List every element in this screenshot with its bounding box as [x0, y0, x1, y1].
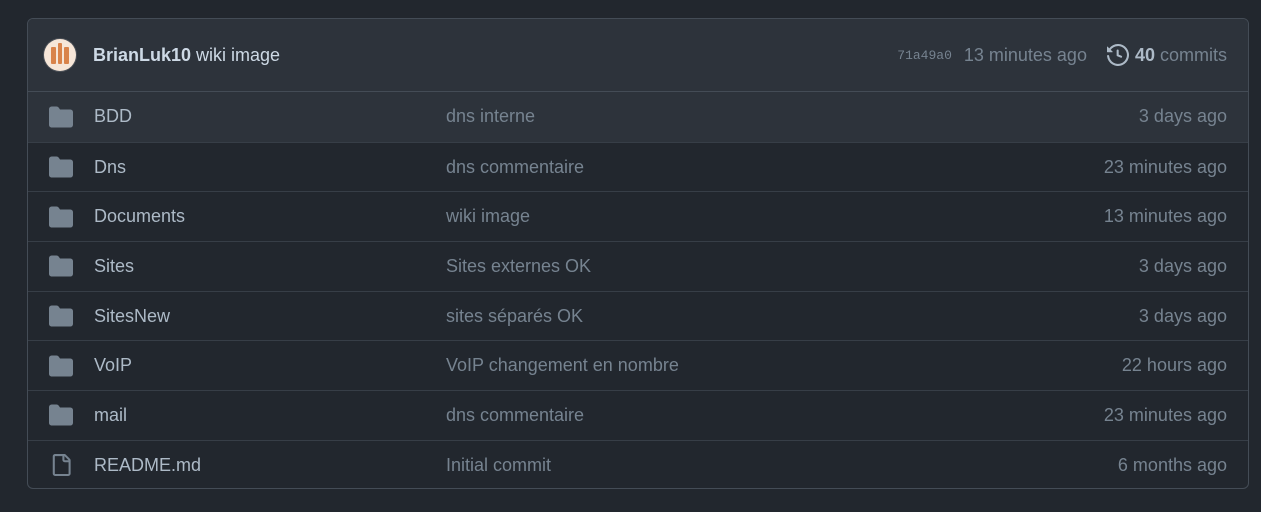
file-commit-message-link[interactable]: dns commentaire: [446, 405, 966, 426]
commits-count: 40: [1134, 44, 1155, 65]
file-commit-age: 6 months ago: [1117, 454, 1227, 475]
file-commit-age: 13 minutes ago: [1103, 206, 1227, 227]
row-icon: [49, 105, 73, 129]
row-icon: [49, 453, 73, 477]
file-row[interactable]: BDD dns interne 3 days ago: [28, 92, 1248, 142]
commit-sha-link[interactable]: 71a49a0: [897, 48, 952, 63]
commit-author-link[interactable]: BrianLuk10: [93, 45, 191, 66]
file-commit-message-link[interactable]: sites séparés OK: [446, 306, 966, 327]
file-name-link[interactable]: Dns: [94, 157, 446, 178]
file-name-link[interactable]: mail: [94, 405, 446, 426]
folder-icon: [49, 355, 73, 377]
row-icon: [49, 205, 73, 229]
file-commit-message-link[interactable]: VoIP changement en nombre: [446, 355, 966, 376]
folder-icon: [49, 255, 73, 277]
file-name-link[interactable]: SitesNew: [94, 306, 446, 327]
row-icon: [49, 403, 73, 427]
file-name-link[interactable]: README.md: [94, 455, 446, 476]
file-commit-message-link[interactable]: wiki image: [446, 206, 966, 227]
file-row[interactable]: README.md Initial commit 6 months ago: [28, 439, 1248, 488]
folder-icon: [49, 156, 73, 178]
folder-icon: [49, 305, 73, 327]
folder-icon: [49, 106, 73, 128]
file-commit-message-link[interactable]: Sites externes OK: [446, 256, 966, 277]
file-browser: BrianLuk10 wiki image 71a49a0 13 minutes…: [27, 18, 1249, 489]
latest-commit-bar: BrianLuk10 wiki image 71a49a0 13 minutes…: [28, 19, 1248, 92]
commits-label: commits: [1160, 44, 1227, 65]
file-row[interactable]: Sites Sites externes OK 3 days ago: [28, 241, 1248, 291]
file-row[interactable]: Dns dns commentaire 23 minutes ago: [28, 141, 1248, 192]
file-commit-age: 22 hours ago: [1121, 355, 1227, 376]
author-avatar[interactable]: [44, 39, 76, 71]
file-row[interactable]: mail dns commentaire 23 minutes ago: [28, 390, 1248, 440]
row-icon: [49, 155, 73, 179]
file-commit-age: 3 days ago: [1138, 305, 1227, 326]
file-commit-age: 23 minutes ago: [1103, 404, 1227, 425]
file-name-link[interactable]: BDD: [94, 106, 446, 127]
history-icon: [1106, 44, 1129, 66]
file-commit-age: 3 days ago: [1138, 106, 1227, 127]
row-icon: [49, 304, 73, 328]
file-list: BDD dns interne 3 days ago Dns dns commentai…: [28, 92, 1248, 488]
file-name-link[interactable]: VoIP: [94, 355, 446, 376]
commits-history-link[interactable]: 40 commits: [1106, 44, 1227, 66]
commit-time: 13 minutes ago: [963, 44, 1087, 65]
file-row[interactable]: VoIP VoIP changement en nombre 22 hours ag…: [28, 340, 1248, 390]
file-name-link[interactable]: Sites: [94, 256, 446, 277]
file-row[interactable]: SitesNew sites séparés OK 3 days ago: [28, 290, 1248, 341]
file-commit-message-link[interactable]: dns commentaire: [446, 157, 966, 178]
folder-icon: [49, 404, 73, 426]
commit-message-link[interactable]: wiki image: [196, 45, 280, 66]
file-commit-age: 23 minutes ago: [1103, 156, 1227, 177]
file-commit-age: 3 days ago: [1138, 255, 1227, 276]
row-icon: [49, 354, 73, 378]
folder-icon: [49, 206, 73, 228]
file-name-link[interactable]: Documents: [94, 206, 446, 227]
file-row[interactable]: Documents wiki image 13 minutes ago: [28, 191, 1248, 241]
file-commit-message-link[interactable]: Initial commit: [446, 455, 966, 476]
file-icon: [52, 454, 71, 477]
file-commit-message-link[interactable]: dns interne: [446, 106, 966, 127]
row-icon: [49, 254, 73, 278]
